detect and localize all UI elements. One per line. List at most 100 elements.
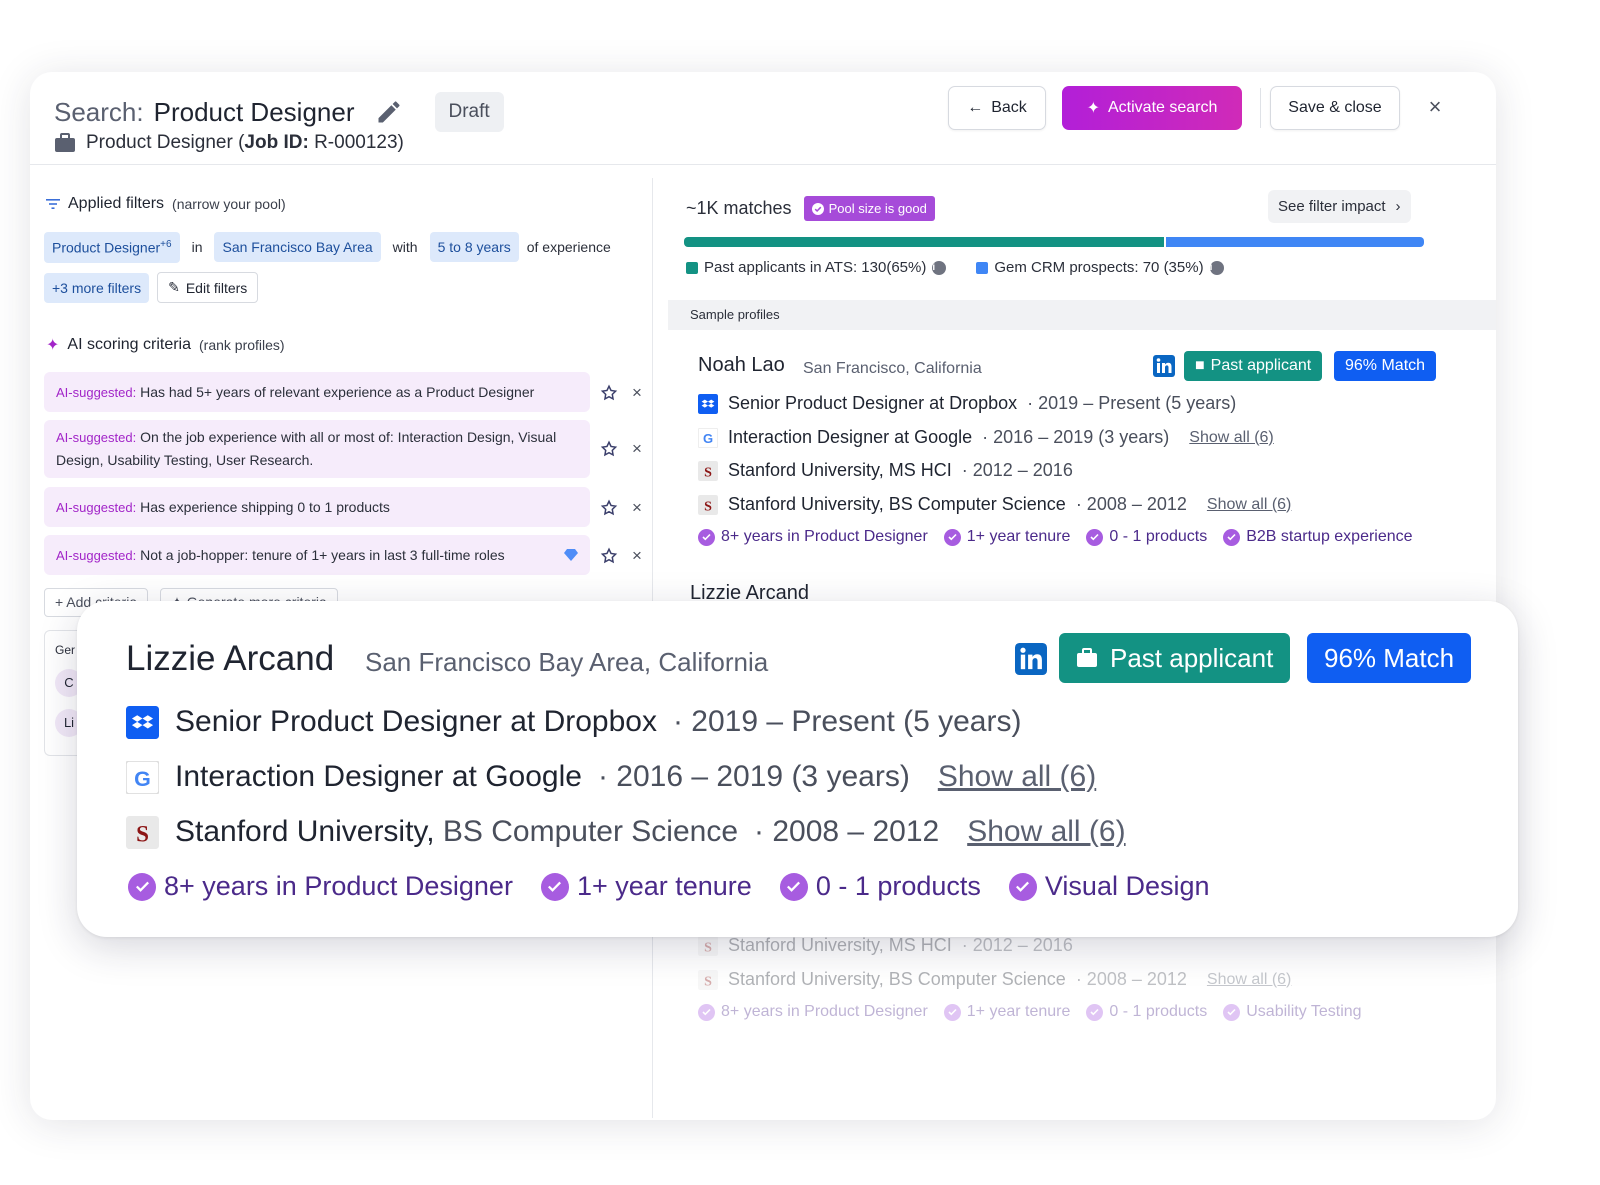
show-all-link[interactable]: Show all (6)	[1207, 971, 1291, 989]
check-icon	[1223, 528, 1241, 546]
stanford-icon: S	[698, 969, 718, 990]
match-tag-label: 8+ years in Product Designer	[721, 528, 928, 545]
match-tag-label: B2B startup experience	[1246, 528, 1413, 545]
star-icon[interactable]	[600, 440, 618, 458]
info-icon[interactable]: i	[1209, 260, 1224, 275]
criteria-item[interactable]: AI-suggested: Not a job-hopper: tenure o…	[44, 535, 590, 575]
criteria-text: Has experience shipping 0 to 1 products	[140, 498, 390, 515]
profile-name[interactable]: Noah Lao	[698, 354, 785, 377]
check-icon	[943, 528, 961, 546]
status-badge: Draft	[434, 92, 504, 132]
dropbox-icon	[126, 705, 159, 739]
pool-summary: ~1K matches Pool size is good	[686, 196, 935, 221]
google-icon: G	[698, 427, 718, 448]
card-school: Stanford University,	[175, 815, 435, 848]
star-icon[interactable]	[600, 384, 618, 402]
match-tag: 8+ years in Product Designer	[128, 871, 513, 902]
match-tag: Usability Testing	[1223, 1003, 1362, 1021]
criteria-title: AI scoring criteria	[67, 336, 191, 353]
criteria-item[interactable]: AI-suggested: Has had 5+ years of releva…	[44, 372, 590, 412]
card-dates: · 2008 – 2012	[754, 815, 940, 848]
education-row: S Stanford University, MS HCI · 2012 – 2…	[698, 935, 1073, 956]
briefcase-white-icon	[1077, 648, 1097, 667]
experience-chip[interactable]: 5 to 8 years	[429, 232, 519, 263]
match-tag: 1+ year tenure	[943, 1003, 1071, 1021]
star-icon[interactable]	[600, 499, 618, 517]
match-tag-label: 1+ year tenure	[966, 1003, 1071, 1020]
match-tag: 1+ year tenure	[943, 528, 1070, 546]
pool-badge: Pool size is good	[803, 196, 935, 221]
card-degree: BS Computer Science	[442, 815, 739, 848]
criteria-item[interactable]: AI-suggested: Has experience shipping 0 …	[44, 487, 590, 527]
sample-profiles-title: Sample profiles	[690, 307, 780, 322]
check-icon	[698, 528, 715, 546]
chevron-right-icon: ›	[1395, 198, 1401, 215]
education-dates: · 2008 – 2012	[1075, 494, 1187, 514]
stanford-icon: S	[698, 494, 718, 515]
remove-icon[interactable]: ×	[632, 498, 642, 518]
linkedin-icon[interactable]	[1015, 643, 1047, 675]
experience-role: Interaction Designer at Google	[728, 427, 973, 447]
linkedin-icon[interactable]	[1153, 355, 1175, 377]
check-icon	[1086, 1003, 1104, 1021]
card-match-tags: 8+ years in Product Designer 1+ year ten…	[128, 871, 1210, 902]
ai-prefix: AI-suggested:	[56, 384, 137, 400]
edit-filters-button[interactable]: ✎ Edit filters	[157, 272, 259, 303]
in-text: in	[191, 239, 203, 256]
title-value: Product Designer	[153, 96, 355, 127]
past-applicant-badge: Past applicant	[1059, 633, 1291, 683]
check-icon	[779, 872, 808, 901]
job-id-label: Job ID:	[244, 132, 309, 153]
close-icon[interactable]: ×	[1420, 92, 1450, 122]
ats-swatch	[686, 261, 698, 274]
pencil-icon[interactable]	[375, 98, 403, 126]
back-button[interactable]: ← Back	[948, 86, 1046, 130]
card-name[interactable]: Lizzie Arcand	[126, 639, 334, 679]
stanford-icon: S	[126, 815, 159, 849]
remove-icon[interactable]: ×	[632, 383, 642, 403]
card-at: at	[510, 705, 536, 738]
show-all-link[interactable]: Show all (6)	[967, 815, 1125, 849]
star-icon[interactable]	[600, 547, 618, 565]
past-applicant-label: Past applicant	[1210, 357, 1312, 374]
info-icon[interactable]: i	[932, 260, 947, 275]
generated-label: Ger	[55, 643, 76, 657]
sparkle-icon: ✦	[1086, 100, 1100, 117]
match-tag: 8+ years in Product Designer	[698, 528, 928, 546]
match-tags: 8+ years in Product Designer 1+ year ten…	[698, 1003, 1362, 1021]
criteria-note: (rank profiles)	[199, 337, 285, 353]
show-all-link[interactable]: Show all (6)	[938, 760, 1096, 794]
education-school: Stanford University, MS HCI	[728, 935, 952, 955]
show-all-link[interactable]: Show all (6)	[1207, 496, 1291, 514]
save-close-button[interactable]: Save & close	[1270, 86, 1400, 130]
check-circle-icon	[811, 202, 824, 215]
show-all-link[interactable]: Show all (6)	[1189, 429, 1273, 447]
criteria-item[interactable]: AI-suggested: On the job experience with…	[44, 420, 590, 478]
edit-filters-label: Edit filters	[185, 279, 248, 296]
check-icon	[540, 872, 569, 901]
filters-title: Applied filters	[68, 195, 165, 212]
profile-card-zoom[interactable]: Lizzie Arcand San Francisco Bay Area, Ca…	[77, 601, 1518, 937]
match-tag: 0 - 1 products	[1086, 1003, 1207, 1021]
remove-icon[interactable]: ×	[632, 439, 642, 459]
criteria-actions: ×	[600, 546, 642, 566]
experience-row: G Interaction Designer at Google · 2016 …	[698, 427, 1274, 448]
remove-icon[interactable]: ×	[632, 546, 642, 566]
education-school: Stanford University, BS Computer Science	[728, 494, 1066, 514]
role-chip[interactable]: Product Designer+6	[44, 232, 180, 263]
match-tag: 8+ years in Product Designer	[698, 1003, 928, 1021]
pool-bar	[684, 237, 1424, 247]
see-filter-impact-button[interactable]: See filter impact ›	[1268, 190, 1411, 223]
activate-search-button[interactable]: ✦ Activate search	[1062, 86, 1242, 130]
check-icon	[128, 872, 156, 901]
more-filters-chip[interactable]: +3 more filters	[44, 272, 150, 303]
criteria-text: Not a job-hopper: tenure of 1+ years in …	[140, 546, 505, 563]
svg-text:G: G	[134, 766, 151, 790]
match-badge: 96% Match	[1307, 633, 1472, 683]
education-school: Stanford University, BS Computer Science	[728, 969, 1066, 989]
crm-swatch	[976, 261, 989, 274]
match-tag-label: 8+ years in Product Designer	[721, 1003, 928, 1020]
check-icon	[1086, 528, 1104, 546]
card-location: San Francisco Bay Area, California	[365, 647, 769, 677]
location-chip[interactable]: San Francisco Bay Area	[214, 232, 381, 263]
